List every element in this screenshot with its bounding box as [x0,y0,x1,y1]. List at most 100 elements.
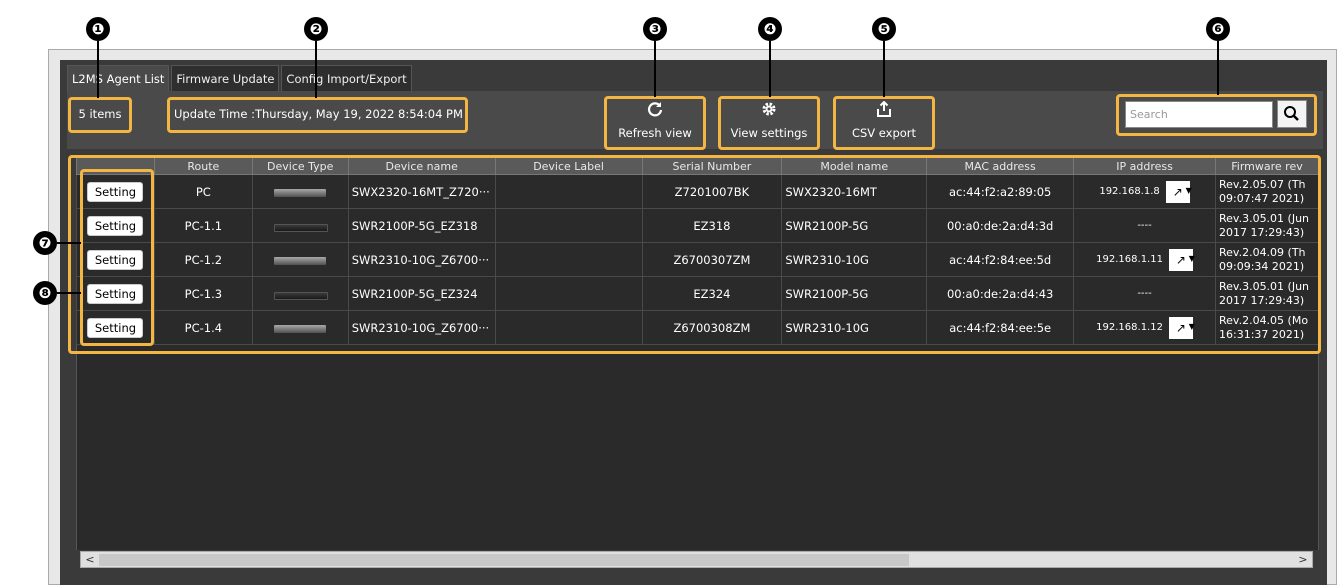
view-settings-label: View settings [730,126,808,140]
column-header-device-label[interactable]: Device Label [494,157,643,175]
setting-cell: Setting [76,208,155,243]
device-name-cell: SWR2100P-5G_EZ324 [347,276,496,311]
firmware-rev-line1: Rev.3.05.01 (Jun [1219,279,1310,293]
model-name-cell: SWX2320-16MT [781,174,928,209]
device-image [274,187,327,197]
leader-5 [883,41,885,97]
ip-address-text: 192.168.1.8 [1099,186,1160,197]
ip-address-text: ---- [1137,220,1152,231]
table-row[interactable]: Setting PC-1.3 SWR2100P-5G_EZ324 EZ324 SWR21… [76,276,1319,311]
callout-8: ❽ [33,281,57,305]
refresh-view-button[interactable]: Refresh view [606,97,704,150]
device-label-cell [494,208,643,243]
tab-config-import-export[interactable]: Config Import/Export [281,65,412,91]
setting-button[interactable]: Setting [87,317,144,338]
firmware-rev-line1: Rev.2.05.07 (Th [1219,177,1306,191]
route-cell: PC-1.1 [153,208,253,243]
tab-l2ms-agent-list[interactable]: L2MS Agent List [67,65,170,91]
firmware-rev-cell: Rev.2.05.07 (Th 09:07:47 2021) [1215,174,1319,209]
search-input[interactable]: Search [1125,101,1273,128]
serial-number-cell: EZ318 [641,208,783,243]
model-name-cell: SWR2310-10G [781,242,928,277]
model-name-cell: SWR2100P-5G [781,276,928,311]
leader-6 [1217,41,1219,95]
device-name-cell: SWX2320-16MT_Z720··· [347,174,496,209]
table-row[interactable]: Setting PC-1.2 SWR2310-10G_Z6700··· Z670030… [76,242,1319,277]
setting-button[interactable]: Setting [87,283,144,304]
horizontal-scrollbar[interactable]: < > [80,551,1313,568]
model-name-cell: SWR2100P-5G [781,208,928,243]
table-row[interactable]: Setting PC-1.4 SWR2310-10G_Z6700··· Z670030… [76,310,1319,345]
route-cell: PC-1.4 [153,310,253,345]
column-header-ip-address[interactable]: IP address [1073,157,1216,175]
callout-6: ❻ [1206,17,1230,41]
firmware-rev-cell: Rev.3.05.01 (Jun 2017 17:29:43) [1215,276,1319,311]
table-row[interactable]: Setting PC SWX2320-16MT_Z720··· Z7201007BK S… [76,174,1319,209]
device-image [274,255,327,265]
mac-address-cell: ac:44:f2:a2:89:05 [926,174,1075,209]
leader-4 [769,41,771,97]
table-row[interactable]: Setting PC-1.1 SWR2100P-5G_EZ318 EZ318 SWR21… [76,208,1319,243]
leader-8 [57,292,81,294]
setting-button[interactable]: Setting [87,181,144,202]
setting-button[interactable]: Setting [87,249,144,270]
scroll-left-icon[interactable]: < [83,552,97,567]
device-name-cell: SWR2100P-5G_EZ318 [347,208,496,243]
device-type-cell [251,174,349,209]
firmware-rev-line1: Rev.2.04.05 (Mo [1219,313,1309,327]
serial-number-cell: Z6700307ZM [641,242,783,277]
column-header-serial-number[interactable]: Serial Number [641,157,783,175]
route-cell: PC [153,174,253,209]
column-header-route[interactable]: Route [153,157,253,175]
firmware-rev-line2: 2017 17:29:43) [1219,225,1305,239]
callout-2: ❷ [304,17,328,41]
callout-1: ❶ [86,17,110,41]
firmware-rev-cell: Rev.2.04.09 (Th 09:09:34 2021) [1215,242,1319,277]
column-header-firmware-rev[interactable]: Firmware rev [1215,157,1319,175]
external-link-icon[interactable]: ↗ ▼ [1168,316,1195,339]
column-header-model-name[interactable]: Model name [781,157,928,175]
search-icon [1284,106,1299,121]
setting-button[interactable]: Setting [87,215,144,236]
firmware-rev-line2: 09:07:47 2021) [1219,191,1305,205]
device-label-cell [494,310,643,345]
ip-address-text: 192.168.1.11 [1096,254,1163,265]
view-settings-button[interactable]: View settings [720,97,818,150]
firmware-rev-line1: Rev.3.05.01 (Jun [1219,211,1310,225]
serial-number-cell: Z7201007BK [641,174,783,209]
setting-cell: Setting [76,310,155,345]
table-empty-area [76,345,1319,550]
ip-address-cell: ---- [1073,276,1216,311]
column-header-device-name[interactable]: Device name [347,157,496,175]
refresh-view-label: Refresh view [618,126,692,140]
device-label-cell [494,276,643,311]
device-image [274,289,329,300]
ip-address-cell: 192.168.1.12 ↗ ▼ [1073,310,1216,345]
serial-number-cell: Z6700308ZM [641,310,783,345]
external-link-icon[interactable]: ↗ ▼ [1165,180,1192,203]
serial-number-cell: EZ324 [641,276,783,311]
leader-2 [315,41,317,98]
agent-table: Route Device Type Device name Device Lab… [76,157,1319,345]
model-name-cell: SWR2310-10G [781,310,928,345]
gear-icon [720,97,818,125]
column-header-device-type[interactable]: Device Type [251,157,349,175]
device-name-cell: SWR2310-10G_Z6700··· [347,242,496,277]
search-button[interactable] [1277,100,1307,128]
mac-address-cell: ac:44:f2:84:ee:5d [926,242,1075,277]
column-header-setting [76,157,155,175]
column-header-mac-address[interactable]: MAC address [926,157,1075,175]
csv-export-button[interactable]: CSV export [835,97,933,150]
callout-3: ❸ [643,17,667,41]
device-label-cell [494,242,643,277]
scroll-right-icon[interactable]: > [1296,552,1310,567]
external-link-icon[interactable]: ↗ ▼ [1168,248,1195,271]
firmware-rev-line2: 16:31:37 2021) [1219,327,1305,341]
scrollbar-thumb[interactable] [99,554,909,566]
device-type-cell [251,276,349,311]
tab-firmware-update[interactable]: Firmware Update [171,65,280,91]
firmware-rev-cell: Rev.3.05.01 (Jun 2017 17:29:43) [1215,208,1319,243]
device-label-cell [494,174,643,209]
firmware-rev-cell: Rev.2.04.05 (Mo 16:31:37 2021) [1215,310,1319,345]
setting-cell: Setting [76,242,155,277]
